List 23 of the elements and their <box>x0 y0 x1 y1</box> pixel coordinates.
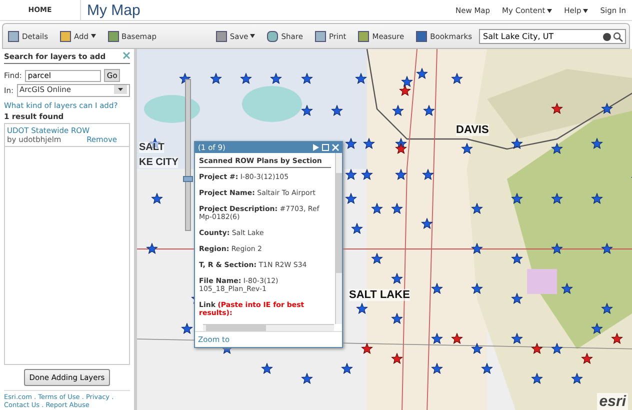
toolbar-icon <box>416 30 428 42</box>
close-icon[interactable] <box>123 52 130 59</box>
toolbar-icon <box>216 30 227 42</box>
toolbar-icon <box>108 30 119 42</box>
zoom-slider[interactable] <box>185 79 191 231</box>
search-icon[interactable] <box>613 32 623 42</box>
esri-logo: esri <box>597 393 628 410</box>
slider-thumb[interactable] <box>183 176 193 182</box>
scrollbar[interactable] <box>203 324 334 331</box>
map-label: KE CITY <box>139 157 178 168</box>
toolbar-icon <box>358 30 370 42</box>
toolbar-icon <box>267 30 278 42</box>
map-label: SALT <box>139 142 164 153</box>
toolbar-icon <box>314 30 326 42</box>
maximize-icon[interactable] <box>322 144 329 151</box>
scrollbar[interactable] <box>335 153 342 324</box>
search-field[interactable]: Salt Lake City, UT <box>479 28 626 44</box>
map-label: DAVIS <box>456 124 489 136</box>
toolbar-icon <box>60 30 72 42</box>
next-icon[interactable] <box>313 144 319 151</box>
toolbar-icon <box>8 30 19 42</box>
map-title: My Map <box>86 2 142 18</box>
map-label: SALT LAKE <box>349 289 410 301</box>
